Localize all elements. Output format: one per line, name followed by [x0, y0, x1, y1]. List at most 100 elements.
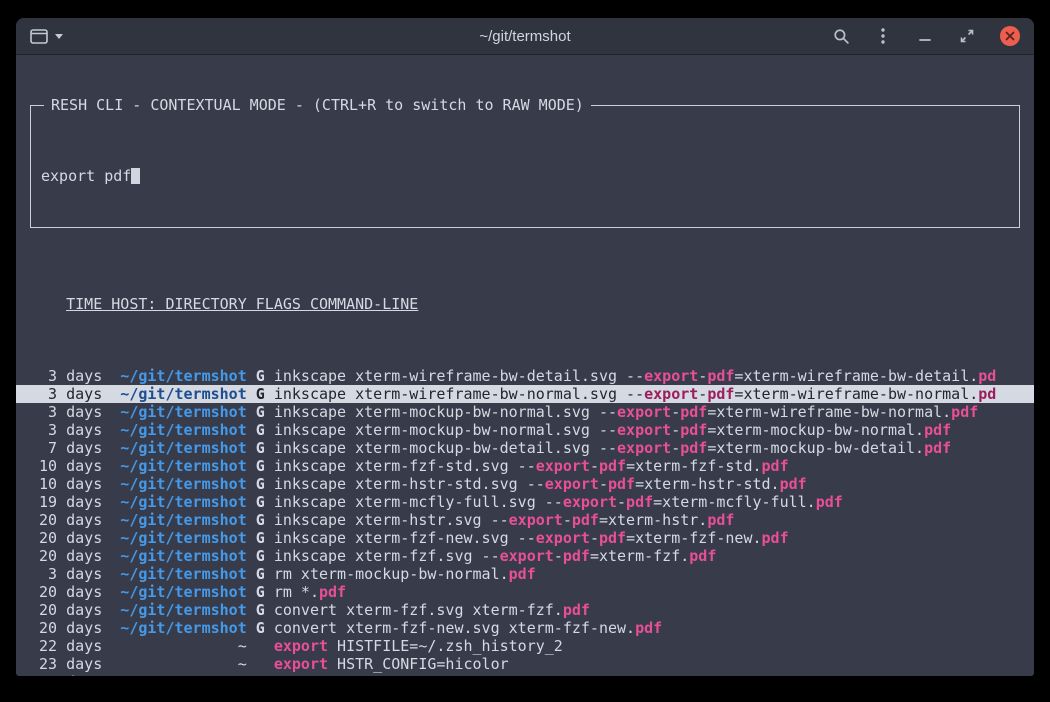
flag-cell: G — [247, 367, 274, 385]
host-cell: ~/git/termshot — [102, 547, 247, 565]
host-cell: ~/git/termshot — [102, 475, 247, 493]
flag-cell: G — [247, 529, 274, 547]
command-text: convert xterm-fzf-new.svg xterm-fzf-new.… — [274, 619, 662, 637]
search-icon[interactable] — [832, 27, 850, 45]
history-row[interactable]: 3 days ~/git/termshot G inkscape xterm-m… — [16, 403, 1034, 421]
command-text: inkscape xterm-mockup-bw-normal.svg --ex… — [274, 403, 978, 421]
host-cell: ~ — [102, 655, 247, 673]
history-row[interactable]: 24 days ~ export PATH — [16, 673, 1034, 676]
history-row[interactable]: 19 days ~/git/termshot G inkscape xterm-… — [16, 493, 1034, 511]
history-row[interactable]: 23 days ~ export HSTR_CONFIG=hicolor — [16, 655, 1034, 673]
table-header: TIME HOST: DIRECTORY FLAGS COMMAND-LINE — [16, 295, 1034, 313]
command-text: inkscape xterm-hstr-std.svg --export-pdf… — [274, 475, 807, 493]
host-cell: ~/git/termshot — [102, 619, 247, 637]
history-row[interactable]: 10 days ~/git/termshot G inkscape xterm-… — [16, 457, 1034, 475]
command-text: export HISTFILE=~/.zsh_history_2 — [274, 637, 563, 655]
command-text: export PATH — [274, 673, 373, 676]
search-input[interactable]: export pdf — [41, 167, 1009, 185]
titlebar[interactable]: ~/git/termshot — [16, 18, 1034, 55]
search-box-title: RESH CLI - CONTEXTUAL MODE - (CTRL+R to … — [44, 96, 591, 114]
flag-cell: G — [247, 583, 274, 601]
history-list: 3 days ~/git/termshot G inkscape xterm-w… — [16, 367, 1034, 676]
host-cell: ~/git/termshot — [102, 403, 247, 421]
header-pad — [30, 295, 66, 313]
time-cell: 20 days — [30, 619, 102, 637]
history-row[interactable]: 3 days ~/git/termshot G inkscape xterm-w… — [16, 385, 1034, 403]
history-row[interactable]: 3 days ~/git/termshot G inkscape xterm-w… — [16, 367, 1034, 385]
history-row[interactable]: 3 days ~/git/termshot G inkscape xterm-m… — [16, 421, 1034, 439]
history-row[interactable]: 10 days ~/git/termshot G inkscape xterm-… — [16, 475, 1034, 493]
host-cell: ~/git/termshot — [102, 439, 247, 457]
host-cell: ~/git/termshot — [102, 565, 247, 583]
time-cell: 3 days — [30, 421, 102, 439]
command-text: inkscape xterm-mockup-bw-normal.svg --ex… — [274, 421, 951, 439]
time-cell: 3 days — [30, 385, 102, 403]
history-row[interactable]: 20 days ~/git/termshot G convert xterm-f… — [16, 601, 1034, 619]
minimize-icon[interactable] — [916, 27, 934, 45]
time-cell: 22 days — [30, 637, 102, 655]
flag-cell: G — [247, 475, 274, 493]
host-cell: ~ — [102, 673, 247, 676]
time-cell: 20 days — [30, 583, 102, 601]
history-row[interactable]: 20 days ~/git/termshot G inkscape xterm-… — [16, 529, 1034, 547]
command-text: inkscape xterm-mockup-bw-detail.svg --ex… — [274, 439, 951, 457]
terminal-window: ~/git/termshot — [16, 18, 1034, 676]
flag-cell: G — [247, 619, 274, 637]
command-text: convert xterm-fzf.svg xterm-fzf.pdf — [274, 601, 590, 619]
host-cell: ~/git/termshot — [102, 511, 247, 529]
host-cell: ~/git/termshot — [102, 583, 247, 601]
terminal-content: RESH CLI - CONTEXTUAL MODE - (CTRL+R to … — [16, 55, 1034, 676]
flag-cell: G — [247, 547, 274, 565]
new-tab-icon[interactable] — [30, 27, 48, 45]
time-cell: 3 days — [30, 403, 102, 421]
host-cell: ~/git/termshot — [102, 385, 247, 403]
history-row[interactable]: 20 days ~/git/termshot G inkscape xterm-… — [16, 547, 1034, 565]
flag-cell: G — [247, 601, 274, 619]
flag-cell: G — [247, 403, 274, 421]
time-cell: 20 days — [30, 601, 102, 619]
time-cell: 23 days — [30, 655, 102, 673]
flag-cell: G — [247, 385, 274, 403]
host-cell: ~/git/termshot — [102, 367, 247, 385]
time-cell: 3 days — [30, 367, 102, 385]
menu-icon[interactable] — [874, 27, 892, 45]
time-cell: 20 days — [30, 511, 102, 529]
command-text: inkscape xterm-hstr.svg --export-pdf=xte… — [274, 511, 735, 529]
command-text: rm *.pdf — [274, 583, 346, 601]
time-cell: 24 days — [30, 673, 102, 676]
tab-dropdown-icon[interactable] — [55, 34, 63, 39]
command-text: inkscape xterm-fzf.svg --export-pdf=xter… — [274, 547, 717, 565]
command-text: inkscape xterm-wireframe-bw-normal.svg -… — [274, 385, 996, 403]
flag-cell: G — [247, 511, 274, 529]
close-button[interactable] — [1000, 26, 1020, 46]
header-text: TIME HOST: DIRECTORY FLAGS COMMAND-LINE — [66, 295, 418, 313]
flag-cell — [247, 637, 274, 655]
host-cell: ~/git/termshot — [102, 421, 247, 439]
history-row[interactable]: 20 days ~/git/termshot G convert xterm-f… — [16, 619, 1034, 637]
flag-cell: G — [247, 421, 274, 439]
host-cell: ~/git/termshot — [102, 601, 247, 619]
time-cell: 3 days — [30, 565, 102, 583]
flag-cell: G — [247, 565, 274, 583]
time-cell: 7 days — [30, 439, 102, 457]
host-cell: ~/git/termshot — [102, 529, 247, 547]
command-text: export HSTR_CONFIG=hicolor — [274, 655, 509, 673]
command-text: rm xterm-mockup-bw-normal.pdf — [274, 565, 536, 583]
time-cell: 20 days — [30, 529, 102, 547]
flag-cell: G — [247, 457, 274, 475]
history-row[interactable]: 7 days ~/git/termshot G inkscape xterm-m… — [16, 439, 1034, 457]
flag-cell: G — [247, 493, 274, 511]
history-row[interactable]: 20 days ~/git/termshot G rm *.pdf — [16, 583, 1034, 601]
history-row[interactable]: 22 days ~ export HISTFILE=~/.zsh_history… — [16, 637, 1034, 655]
command-text: inkscape xterm-fzf-new.svg --export-pdf=… — [274, 529, 789, 547]
flag-cell — [247, 673, 274, 676]
time-cell: 20 days — [30, 547, 102, 565]
history-row[interactable]: 20 days ~/git/termshot G inkscape xterm-… — [16, 511, 1034, 529]
restore-icon[interactable] — [958, 27, 976, 45]
history-row[interactable]: 3 days ~/git/termshot G rm xterm-mockup-… — [16, 565, 1034, 583]
search-box[interactable]: RESH CLI - CONTEXTUAL MODE - (CTRL+R to … — [30, 105, 1020, 228]
time-cell: 19 days — [30, 493, 102, 511]
host-cell: ~/git/termshot — [102, 457, 247, 475]
command-text: inkscape xterm-fzf-std.svg --export-pdf=… — [274, 457, 789, 475]
text-cursor — [131, 168, 140, 184]
